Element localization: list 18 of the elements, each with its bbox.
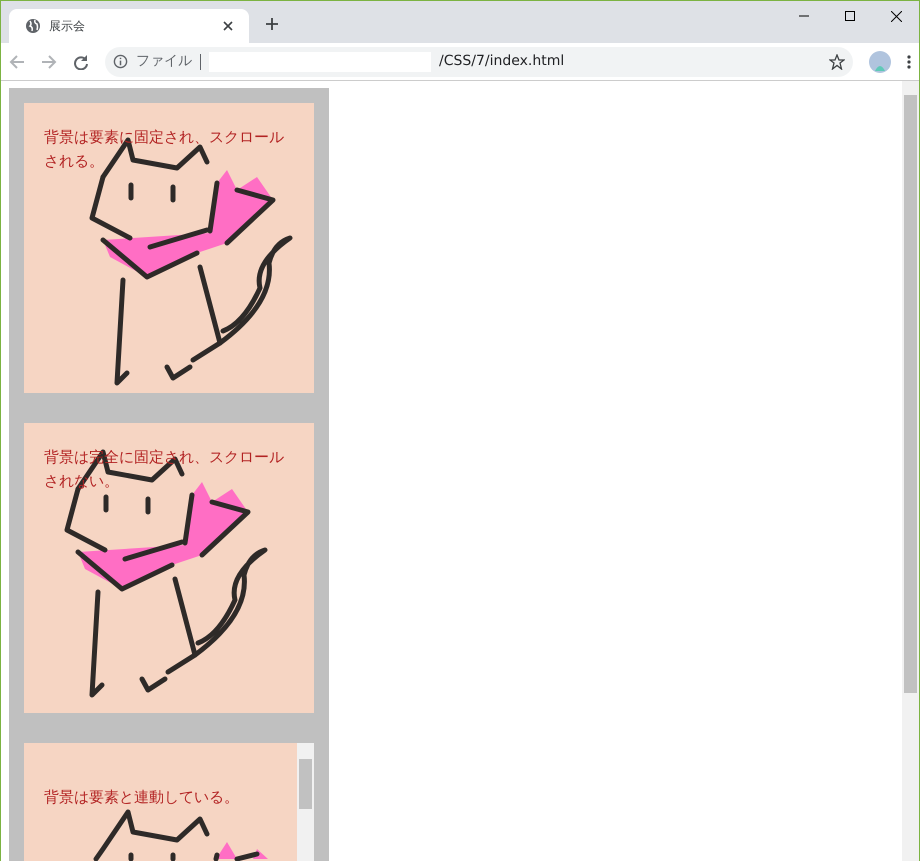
close-icon[interactable] bbox=[890, 10, 902, 22]
caption-text: 背景は要素と連動している。 bbox=[44, 787, 240, 808]
reload-icon[interactable] bbox=[73, 54, 89, 70]
panel-scrollbar[interactable] bbox=[297, 743, 314, 861]
close-icon[interactable] bbox=[223, 21, 233, 31]
new-tab-icon[interactable] bbox=[265, 17, 279, 31]
scheme-label: ファイル bbox=[136, 52, 192, 71]
caption-text: 背景は要素に固定され、スクロールされる。 bbox=[44, 127, 284, 172]
address-bar[interactable]: ファイル /CSS/7/index.html bbox=[105, 46, 853, 76]
maximize-icon[interactable] bbox=[845, 11, 855, 21]
url-text: /CSS/7/index.html bbox=[439, 52, 566, 71]
menu-icon[interactable] bbox=[907, 54, 911, 68]
browser-tab[interactable]: 展示会 bbox=[9, 9, 249, 43]
globe-icon bbox=[25, 18, 41, 34]
tab-title: 展示会 bbox=[49, 18, 86, 35]
star-icon[interactable] bbox=[829, 54, 845, 70]
page-scrollbar[interactable] bbox=[902, 81, 919, 861]
info-icon[interactable] bbox=[113, 54, 128, 69]
